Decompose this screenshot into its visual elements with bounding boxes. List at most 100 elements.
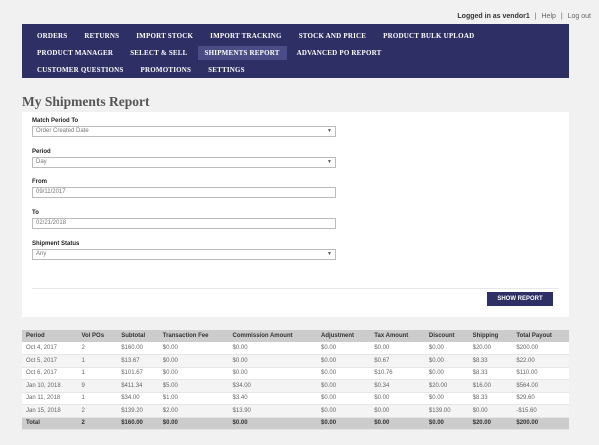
table-cell: $0.00 <box>228 367 318 380</box>
table-cell: $34.00 <box>117 392 159 405</box>
table-cell: $1.00 <box>158 392 229 405</box>
logged-in-label: Logged in as vendor1 <box>457 13 530 20</box>
period-field: Period Day ▼ <box>32 149 336 168</box>
table-cell: $139.00 <box>424 404 469 418</box>
table-cell: $2.00 <box>158 404 229 418</box>
table-cell: $0.00 <box>158 354 229 368</box>
from-date-input[interactable]: 09/11/2017 <box>32 187 336 198</box>
table-cell: $13.67 <box>117 354 159 368</box>
table-row: Jan 11, 2018 1 $34.00 $1.00 $3.40 $0.00 $0.00 $… <box>22 392 569 405</box>
table-cell: $8.33 <box>468 354 513 368</box>
table-cell: $0.00 <box>424 354 469 368</box>
match-period-value: Order Created Date <box>36 128 89 134</box>
nav-item-advanced-po-report[interactable]: ADVANCED PO REPORT <box>290 46 389 60</box>
table-total-cell: $0.00 <box>228 417 318 430</box>
nav-item-settings[interactable]: SETTINGS <box>201 63 252 77</box>
table-cell: $0.34 <box>370 379 425 393</box>
chevron-down-icon: ▼ <box>327 251 332 257</box>
column-header-shipping: Shipping <box>468 330 513 342</box>
table-total-cell: $0.00 <box>158 417 229 430</box>
table-cell: $0.00 <box>317 367 371 380</box>
table-cell: 1 <box>77 367 118 380</box>
shipment-status-field: Shipment Status Any ▼ <box>32 241 336 260</box>
column-header-adjustment: Adjustment <box>317 330 371 342</box>
column-header-transaction-fee: Transaction Fee <box>158 330 229 342</box>
report-filter-panel: Match Period To Order Created Date ▼ Per… <box>22 112 569 317</box>
match-period-select[interactable]: Order Created Date ▼ <box>32 126 336 137</box>
nav-item-returns[interactable]: RETURNS <box>77 29 126 43</box>
table-cell: $160.00 <box>117 342 159 355</box>
table-cell: $200.00 <box>512 342 569 355</box>
nav-item-product-manager[interactable]: PRODUCT MANAGER <box>30 46 120 60</box>
to-date-input[interactable]: 02/21/2018 <box>32 218 336 229</box>
main-nav: ORDERS RETURNS IMPORT STOCK IMPORT TRACKING… <box>22 24 569 78</box>
table-cell: Jan 15, 2018 <box>22 404 78 418</box>
table-row: Oct 4, 2017 2 $160.00 $0.00 $0.00 $0.00 $0.00 $… <box>22 342 569 355</box>
nav-item-select-and-sell[interactable]: SELECT & SELL <box>123 46 194 60</box>
table-cell: Oct 5, 2017 <box>22 354 78 368</box>
table-cell: $564.00 <box>512 379 569 393</box>
help-link[interactable]: Help <box>542 13 556 20</box>
table-cell: $411.34 <box>117 379 159 393</box>
table-cell: $0.00 <box>317 354 371 368</box>
table-cell: $110.00 <box>512 367 569 380</box>
table-cell: -$15.60 <box>512 404 569 418</box>
table-cell: $8.33 <box>468 392 513 405</box>
separator: | <box>560 13 563 20</box>
table-cell: $0.00 <box>424 392 469 405</box>
table-cell: $139.20 <box>117 404 159 418</box>
table-cell: $16.00 <box>468 379 513 393</box>
nav-item-shipments-report[interactable]: SHIPMENTS REPORT <box>197 46 287 60</box>
table-cell: $20.00 <box>468 342 513 355</box>
to-label: To <box>32 210 39 216</box>
table-cell: $13.90 <box>228 404 318 418</box>
table-cell: $5.00 <box>158 379 229 393</box>
table-cell: $0.00 <box>424 367 469 380</box>
column-header-total-payout: Total Payout <box>512 330 569 342</box>
shipment-status-select[interactable]: Any ▼ <box>32 249 336 260</box>
show-report-button[interactable]: SHOW REPORT <box>487 292 553 306</box>
from-field: From 09/11/2017 <box>32 179 336 198</box>
shipment-status-label: Shipment Status <box>32 241 80 247</box>
divider <box>32 288 559 289</box>
table-total-row: Total 2 $160.00 $0.00 $0.00 $0.00 $0.00 $0.00 $2… <box>22 417 569 430</box>
table-cell: $0.00 <box>158 342 229 355</box>
table-cell: $3.40 <box>228 392 318 405</box>
user-bar: Logged in as vendor1 | Help | Log out <box>457 13 591 20</box>
nav-item-product-bulk-upload[interactable]: PRODUCT BULK UPLOAD <box>376 29 481 43</box>
table-row: Jan 15, 2018 2 $139.20 $2.00 $13.90 $0.00 $0.0… <box>22 404 569 418</box>
column-header-discount: Discount <box>424 330 469 342</box>
table-total-cell: 2 <box>77 417 118 430</box>
table-total-cell: $20.00 <box>468 417 513 430</box>
table-cell: $22.00 <box>512 354 569 368</box>
column-header-tax-amount: Tax Amount <box>370 330 425 342</box>
table-cell: $0.00 <box>158 367 229 380</box>
table-row: Oct 5, 2017 1 $13.67 $0.00 $0.00 $0.00 $0.67 $0… <box>22 354 569 368</box>
nav-item-import-tracking[interactable]: IMPORT TRACKING <box>203 29 289 43</box>
period-value: Day <box>36 159 47 165</box>
chevron-down-icon: ▼ <box>327 128 332 134</box>
nav-item-stock-and-price[interactable]: STOCK AND PRICE <box>292 29 373 43</box>
nav-row: CUSTOMER QUESTIONS PROMOTIONS SETTINGS <box>30 62 561 78</box>
table-cell: $0.00 <box>228 342 318 355</box>
logout-link[interactable]: Log out <box>568 13 591 20</box>
table-cell: $34.00 <box>228 379 318 393</box>
table-total-cell: $160.00 <box>117 417 159 430</box>
table-cell: $0.00 <box>424 342 469 355</box>
period-select[interactable]: Day ▼ <box>32 157 336 168</box>
nav-item-customer-questions[interactable]: CUSTOMER QUESTIONS <box>30 63 131 77</box>
nav-item-orders[interactable]: ORDERS <box>30 29 74 43</box>
page-title: My Shipments Report <box>22 94 150 109</box>
table-cell: $0.00 <box>370 342 425 355</box>
chevron-down-icon: ▼ <box>327 159 332 165</box>
table-cell: 1 <box>77 392 118 405</box>
table-total-cell: $0.00 <box>370 417 425 430</box>
table-cell: $101.67 <box>117 367 159 380</box>
nav-item-import-stock[interactable]: IMPORT STOCK <box>129 29 200 43</box>
shipment-status-value: Any <box>36 251 47 257</box>
match-period-field: Match Period To Order Created Date ▼ <box>32 118 336 137</box>
column-header-vol-pos: Vol POs <box>77 330 118 342</box>
column-header-commission-amount: Commission Amount <box>228 330 318 342</box>
match-period-label: Match Period To <box>32 118 79 124</box>
nav-item-promotions[interactable]: PROMOTIONS <box>134 63 199 77</box>
